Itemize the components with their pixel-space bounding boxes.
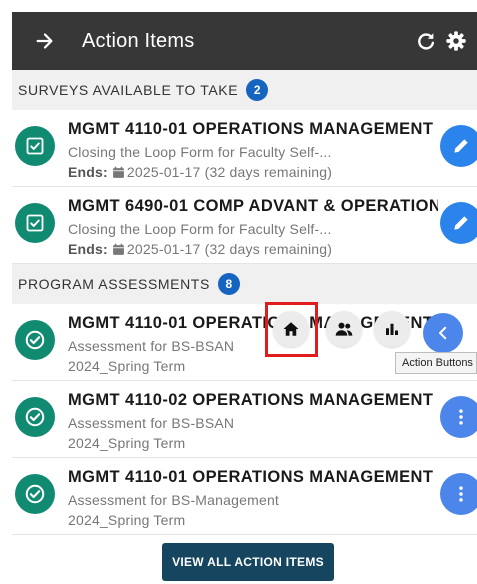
calendar-icon (112, 166, 125, 179)
calendar-icon (112, 243, 125, 256)
ends-value: 2025-01-17 (32 days remaining) (126, 164, 333, 180)
assessments-section-label: PROGRAM ASSESSMENTS (18, 276, 210, 292)
assessment-status-icon (15, 474, 55, 514)
more-actions-button[interactable] (440, 473, 477, 515)
assessment-subtitle: Assessment for BS-BSAN (68, 338, 235, 354)
assessment-title: MGMT 4110-01 OPERATIONS MANAGEMENT (68, 468, 434, 486)
page-title: Action Items (82, 29, 195, 52)
people-button[interactable] (326, 311, 362, 347)
settings-button[interactable] (441, 12, 471, 70)
edit-survey-button[interactable] (440, 202, 477, 244)
assessments-count-badge: 8 (217, 273, 240, 295)
survey-row[interactable]: MGMT 4110-01 OPERATIONS MANAGEMENT Closi… (12, 110, 477, 187)
chevron-left-icon (439, 326, 447, 340)
view-all-action-items-button[interactable]: VIEW ALL ACTION ITEMS (162, 543, 334, 581)
collapse-actions-button[interactable] (423, 313, 463, 353)
check-circle-icon (25, 484, 45, 504)
ends-value: 2025-01-17 (32 days remaining) (126, 241, 333, 257)
refresh-icon (418, 33, 435, 50)
people-icon (335, 322, 353, 336)
survey-title: MGMT 6490-01 COMP ADVANT & OPERATIONS (68, 197, 438, 215)
assessment-term: 2024_Spring Term (68, 358, 186, 374)
pencil-icon (454, 216, 468, 230)
survey-status-icon (15, 203, 55, 243)
assessment-row[interactable]: MGMT 4110-01 OPERATIONS MANAGEMENT Asses… (12, 458, 477, 535)
back-button[interactable] (20, 12, 70, 70)
pencil-icon (454, 139, 468, 153)
assessment-subtitle: Assessment for BS-Management (68, 492, 280, 508)
assessment-title: MGMT 4110-02 OPERATIONS MANAGEMENT (68, 391, 434, 409)
checkbox-icon (26, 214, 44, 232)
surveys-section-label: SURVEYS AVAILABLE TO TAKE (18, 82, 239, 98)
assessment-term: 2024_Spring Term (68, 435, 186, 451)
gear-icon (446, 31, 466, 51)
arrow-right-icon (36, 33, 53, 49)
assessment-subtitle: Assessment for BS-BSAN (68, 415, 235, 431)
survey-ends: Ends: 2025-01-17 (32 days remaining) (68, 164, 428, 180)
survey-status-icon (15, 126, 55, 166)
check-circle-icon (25, 407, 45, 427)
surveys-section-header: SURVEYS AVAILABLE TO TAKE 2 (12, 70, 477, 110)
survey-subtitle: Closing the Loop Form for Faculty Self-.… (68, 144, 332, 160)
surveys-count-badge: 2 (246, 79, 269, 101)
ends-label: Ends: (68, 241, 108, 257)
edit-survey-button[interactable] (440, 125, 477, 167)
more-actions-button[interactable] (440, 396, 477, 438)
action-buttons-tooltip: Action Buttons (395, 352, 477, 374)
checkbox-icon (26, 137, 44, 155)
refresh-button[interactable] (411, 12, 441, 70)
check-circle-icon (25, 330, 45, 350)
survey-row[interactable]: MGMT 6490-01 COMP ADVANT & OPERATIONS Cl… (12, 187, 477, 264)
bar-chart-icon (386, 323, 398, 335)
assessment-row[interactable]: MGMT 4110-02 OPERATIONS MANAGEMENT Asses… (12, 381, 477, 458)
survey-ends: Ends: 2025-01-17 (32 days remaining) (68, 241, 428, 257)
ends-label: Ends: (68, 164, 108, 180)
assessment-status-icon (15, 320, 55, 360)
app-header: Action Items (12, 12, 477, 70)
survey-subtitle: Closing the Loop Form for Faculty Self-.… (68, 221, 332, 237)
assessment-term: 2024_Spring Term (68, 512, 186, 528)
reports-button[interactable] (374, 311, 410, 347)
survey-title: MGMT 4110-01 OPERATIONS MANAGEMENT (68, 120, 434, 138)
assessments-section-header: PROGRAM ASSESSMENTS 8 (12, 264, 477, 304)
highlight-box (265, 302, 318, 357)
more-vertical-icon (459, 486, 463, 502)
more-vertical-icon (459, 409, 463, 425)
assessment-status-icon (15, 397, 55, 437)
